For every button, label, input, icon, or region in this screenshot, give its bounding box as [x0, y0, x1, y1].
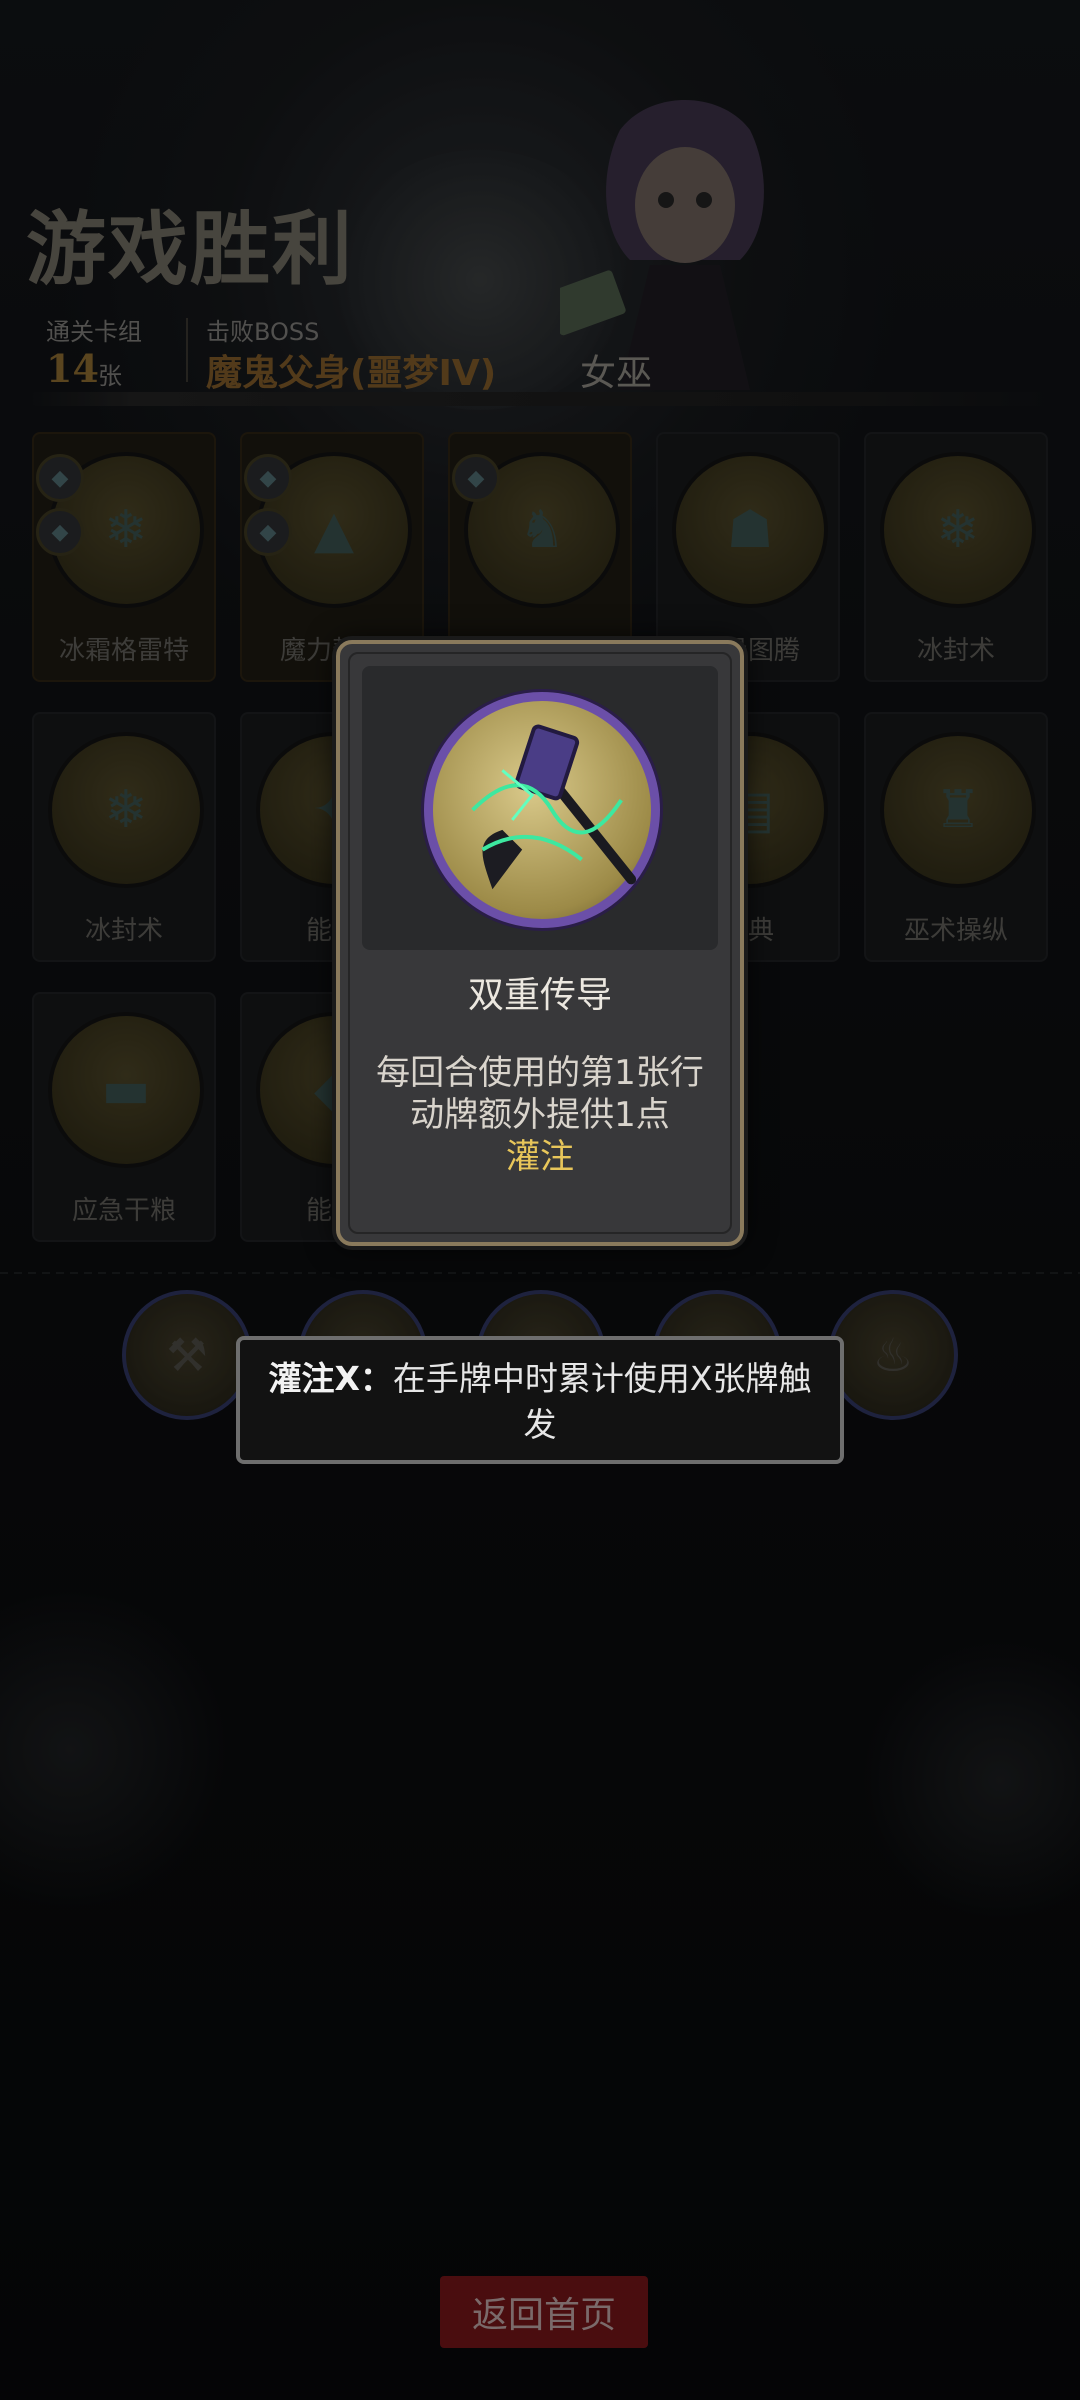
return-home-button[interactable]: 返回首页: [440, 2276, 648, 2348]
keyword-tooltip: 灌注X：在手牌中时累计使用X张牌触发: [236, 1336, 844, 1464]
magic-wand-icon: [471, 724, 637, 890]
double-conduction-card-art: [424, 692, 660, 928]
tooltip-term: 灌注X：: [268, 1359, 393, 1398]
card-detail-popup: 双重传导 每回合使用的第1张行动牌额外提供1点 灌注: [336, 640, 744, 1246]
card-description: 每回合使用的第1张行动牌额外提供1点 灌注: [370, 1052, 710, 1178]
keyword-infuse[interactable]: 灌注: [506, 1137, 574, 1177]
tooltip-text: 在手牌中时累计使用X张牌触发: [392, 1359, 812, 1444]
card-title: 双重传导: [467, 975, 612, 1016]
card-description-text: 每回合使用的第1张行动牌额外提供1点: [376, 1053, 704, 1135]
